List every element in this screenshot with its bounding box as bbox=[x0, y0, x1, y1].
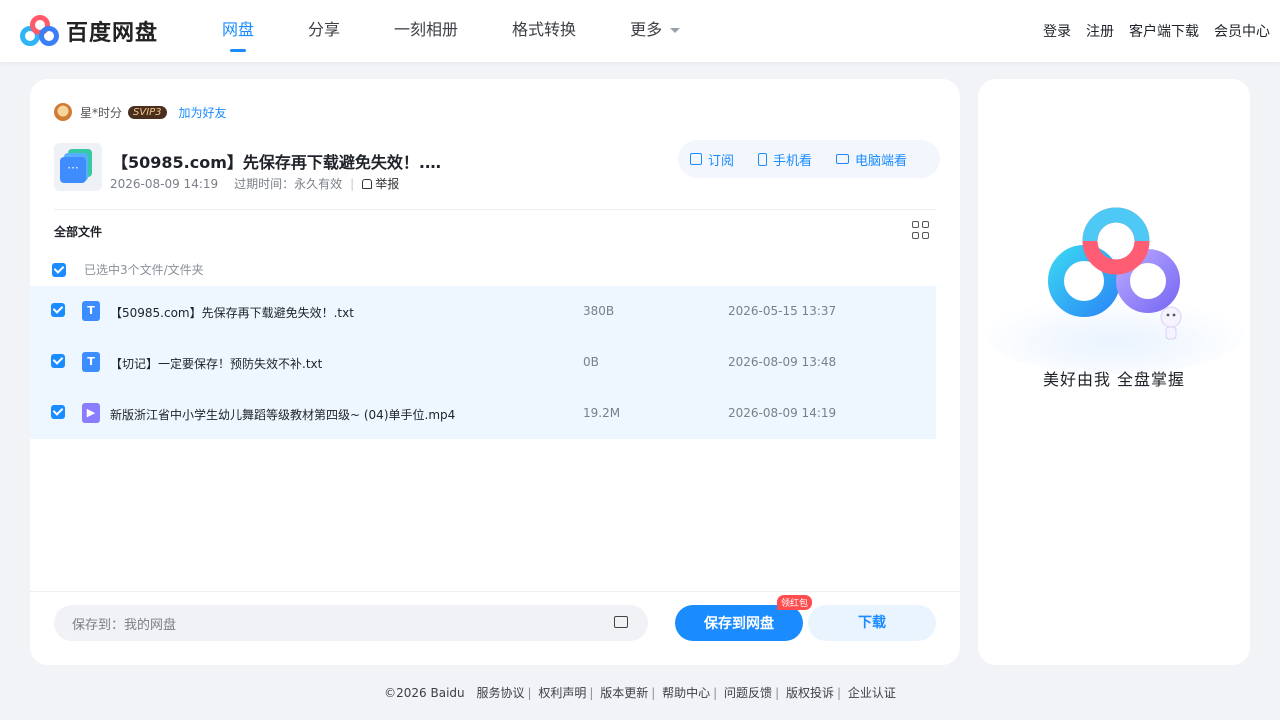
table-row[interactable]: T 【切记】一定要保存！预防失效不补.txt 0B 2026-08-09 13:… bbox=[30, 337, 936, 388]
selected-count: 已选中3个文件/文件夹 bbox=[84, 263, 204, 277]
header-divider bbox=[54, 209, 936, 210]
nav-item-format-convert[interactable]: 格式转换 bbox=[512, 0, 576, 62]
netdisk-mascot-illustration bbox=[984, 207, 1244, 374]
breadcrumb[interactable]: 全部文件 bbox=[54, 223, 102, 240]
nav-more-label: 更多 bbox=[630, 20, 663, 39]
grid-view-icon[interactable] bbox=[912, 221, 930, 239]
file-name[interactable]: 【切记】一定要保存！预防失效不补.txt bbox=[110, 355, 322, 372]
file-list: T 【50985.com】先保存再下载避免失效！.txt 380B 2026-0… bbox=[30, 286, 936, 439]
share-folder-icon: ··· bbox=[54, 143, 102, 191]
file-checkbox[interactable] bbox=[51, 405, 65, 419]
share-meta: 2026-08-09 14:19 过期时间：永久有效 | 举报 bbox=[110, 175, 399, 192]
file-size: 19.2M bbox=[583, 406, 621, 420]
file-date: 2026-08-09 13:48 bbox=[728, 355, 837, 369]
table-row[interactable]: T 【50985.com】先保存再下载避免失效！.txt 380B 2026-0… bbox=[30, 286, 936, 337]
footer-link-updates[interactable]: 版本更新 bbox=[600, 686, 648, 700]
add-friend-link[interactable]: 加为好友 bbox=[179, 104, 227, 121]
file-checkbox[interactable] bbox=[51, 354, 65, 368]
footer-link-enterprise-cert[interactable]: 企业认证 bbox=[848, 686, 896, 700]
nav-item-more[interactable]: 更多 bbox=[630, 0, 681, 62]
login-link[interactable]: 登录 bbox=[1043, 21, 1071, 41]
subscribe-icon bbox=[690, 153, 702, 165]
file-size: 0B bbox=[583, 355, 599, 369]
file-checkbox[interactable] bbox=[51, 303, 65, 317]
folder-icon[interactable] bbox=[614, 616, 628, 628]
view-on-mobile-button[interactable]: 手机看 bbox=[758, 150, 812, 169]
copyright: ©2026 Baidu bbox=[384, 686, 465, 700]
brand-name: 百度网盘 bbox=[66, 21, 159, 46]
footer-link-rights[interactable]: 权利声明 bbox=[538, 686, 586, 700]
owner-name: 星*时分 bbox=[80, 105, 123, 120]
select-all-checkbox[interactable] bbox=[52, 262, 66, 277]
baidu-netdisk-logo-icon bbox=[20, 14, 60, 48]
share-title: 【50985.com】先保存再下载避免失效！.… bbox=[112, 153, 441, 172]
download-button[interactable]: 下载 bbox=[808, 605, 936, 641]
subscribe-button[interactable]: 订阅 bbox=[690, 150, 734, 169]
promo-card: 美好由我 全盘掌握 bbox=[978, 79, 1250, 665]
table-row[interactable]: ▶ 新版浙江省中小学生幼儿舞蹈等级教材第四级~ (04)单手位.mp4 19.2… bbox=[30, 388, 936, 439]
share-owner: 星*时分 SVIP3 加为好友 bbox=[54, 103, 227, 121]
report-label: 举报 bbox=[375, 177, 400, 191]
view-on-desktop-label: 电脑端看 bbox=[855, 153, 908, 169]
file-date: 2026-05-15 13:37 bbox=[728, 304, 837, 318]
register-link[interactable]: 注册 bbox=[1086, 21, 1114, 41]
save-path-selector[interactable]: 保存到：我的网盘 bbox=[54, 605, 648, 641]
red-packet-badge: 领红包 bbox=[777, 595, 813, 610]
account-links: 登录 注册 客户端下载 会员中心 bbox=[1028, 0, 1270, 62]
vip-badge: SVIP3 bbox=[128, 105, 167, 119]
alarm-icon bbox=[362, 178, 373, 189]
top-navbar: 百度网盘 网盘 分享 一刻相册 格式转换 更多 登录 注册 客户端下载 会员中心 bbox=[0, 0, 1280, 62]
nav-item-album[interactable]: 一刻相册 bbox=[394, 0, 458, 62]
file-name[interactable]: 新版浙江省中小学生幼儿舞蹈等级教材第四级~ (04)单手位.mp4 bbox=[110, 406, 455, 423]
monitor-icon bbox=[836, 154, 850, 164]
meta-divider: | bbox=[350, 176, 355, 191]
footer-divider bbox=[30, 591, 960, 592]
subscribe-label: 订阅 bbox=[708, 153, 735, 169]
promo-slogan: 美好由我 全盘掌握 bbox=[1042, 370, 1186, 389]
avatar[interactable] bbox=[54, 103, 72, 121]
chevron-down-icon bbox=[670, 28, 681, 33]
save-to-netdisk-button[interactable]: 保存到网盘 bbox=[675, 605, 803, 641]
share-card: 星*时分 SVIP3 加为好友 ··· 【50985.com】先保存再下载避免失… bbox=[30, 79, 960, 665]
report-button[interactable]: 举报 bbox=[362, 175, 399, 192]
view-on-desktop-button[interactable]: 电脑端看 bbox=[836, 150, 907, 169]
client-download-link[interactable]: 客户端下载 bbox=[1129, 21, 1199, 41]
footer-link-copyright-complaint[interactable]: 版权投诉 bbox=[786, 686, 834, 700]
brand-logo[interactable]: 百度网盘 bbox=[20, 14, 158, 48]
file-size: 380B bbox=[583, 304, 615, 318]
footer-link-terms[interactable]: 服务协议 bbox=[476, 686, 524, 700]
text-file-icon: T bbox=[82, 301, 100, 321]
file-date: 2026-08-09 14:19 bbox=[728, 406, 837, 420]
file-name[interactable]: 【50985.com】先保存再下载避免失效！.txt bbox=[110, 304, 354, 321]
main-nav: 网盘 分享 一刻相册 格式转换 更多 bbox=[222, 0, 734, 62]
page-footer: ©2026 Baidu 服务协议 | 权利声明 | 版本更新 | 帮助中心 | 问题反馈… bbox=[384, 686, 896, 700]
member-center-link[interactable]: 会员中心 bbox=[1214, 21, 1270, 41]
footer-link-help[interactable]: 帮助中心 bbox=[662, 686, 710, 700]
select-all-row: 已选中3个文件/文件夹 bbox=[52, 261, 204, 278]
phone-icon bbox=[758, 152, 768, 166]
footer-link-feedback[interactable]: 问题反馈 bbox=[724, 686, 772, 700]
share-created-time: 2026-08-09 14:19 bbox=[110, 176, 219, 191]
video-file-icon: ▶ bbox=[82, 403, 100, 423]
nav-item-share[interactable]: 分享 bbox=[308, 0, 340, 62]
save-path-label: 保存到：我的网盘 bbox=[72, 617, 177, 633]
nav-item-netdisk[interactable]: 网盘 bbox=[222, 0, 254, 62]
view-on-mobile-label: 手机看 bbox=[773, 153, 813, 169]
text-file-icon: T bbox=[82, 352, 100, 372]
share-expire-time: 过期时间：永久有效 bbox=[234, 177, 343, 191]
share-actions: 订阅 手机看 电脑端看 bbox=[678, 140, 940, 178]
